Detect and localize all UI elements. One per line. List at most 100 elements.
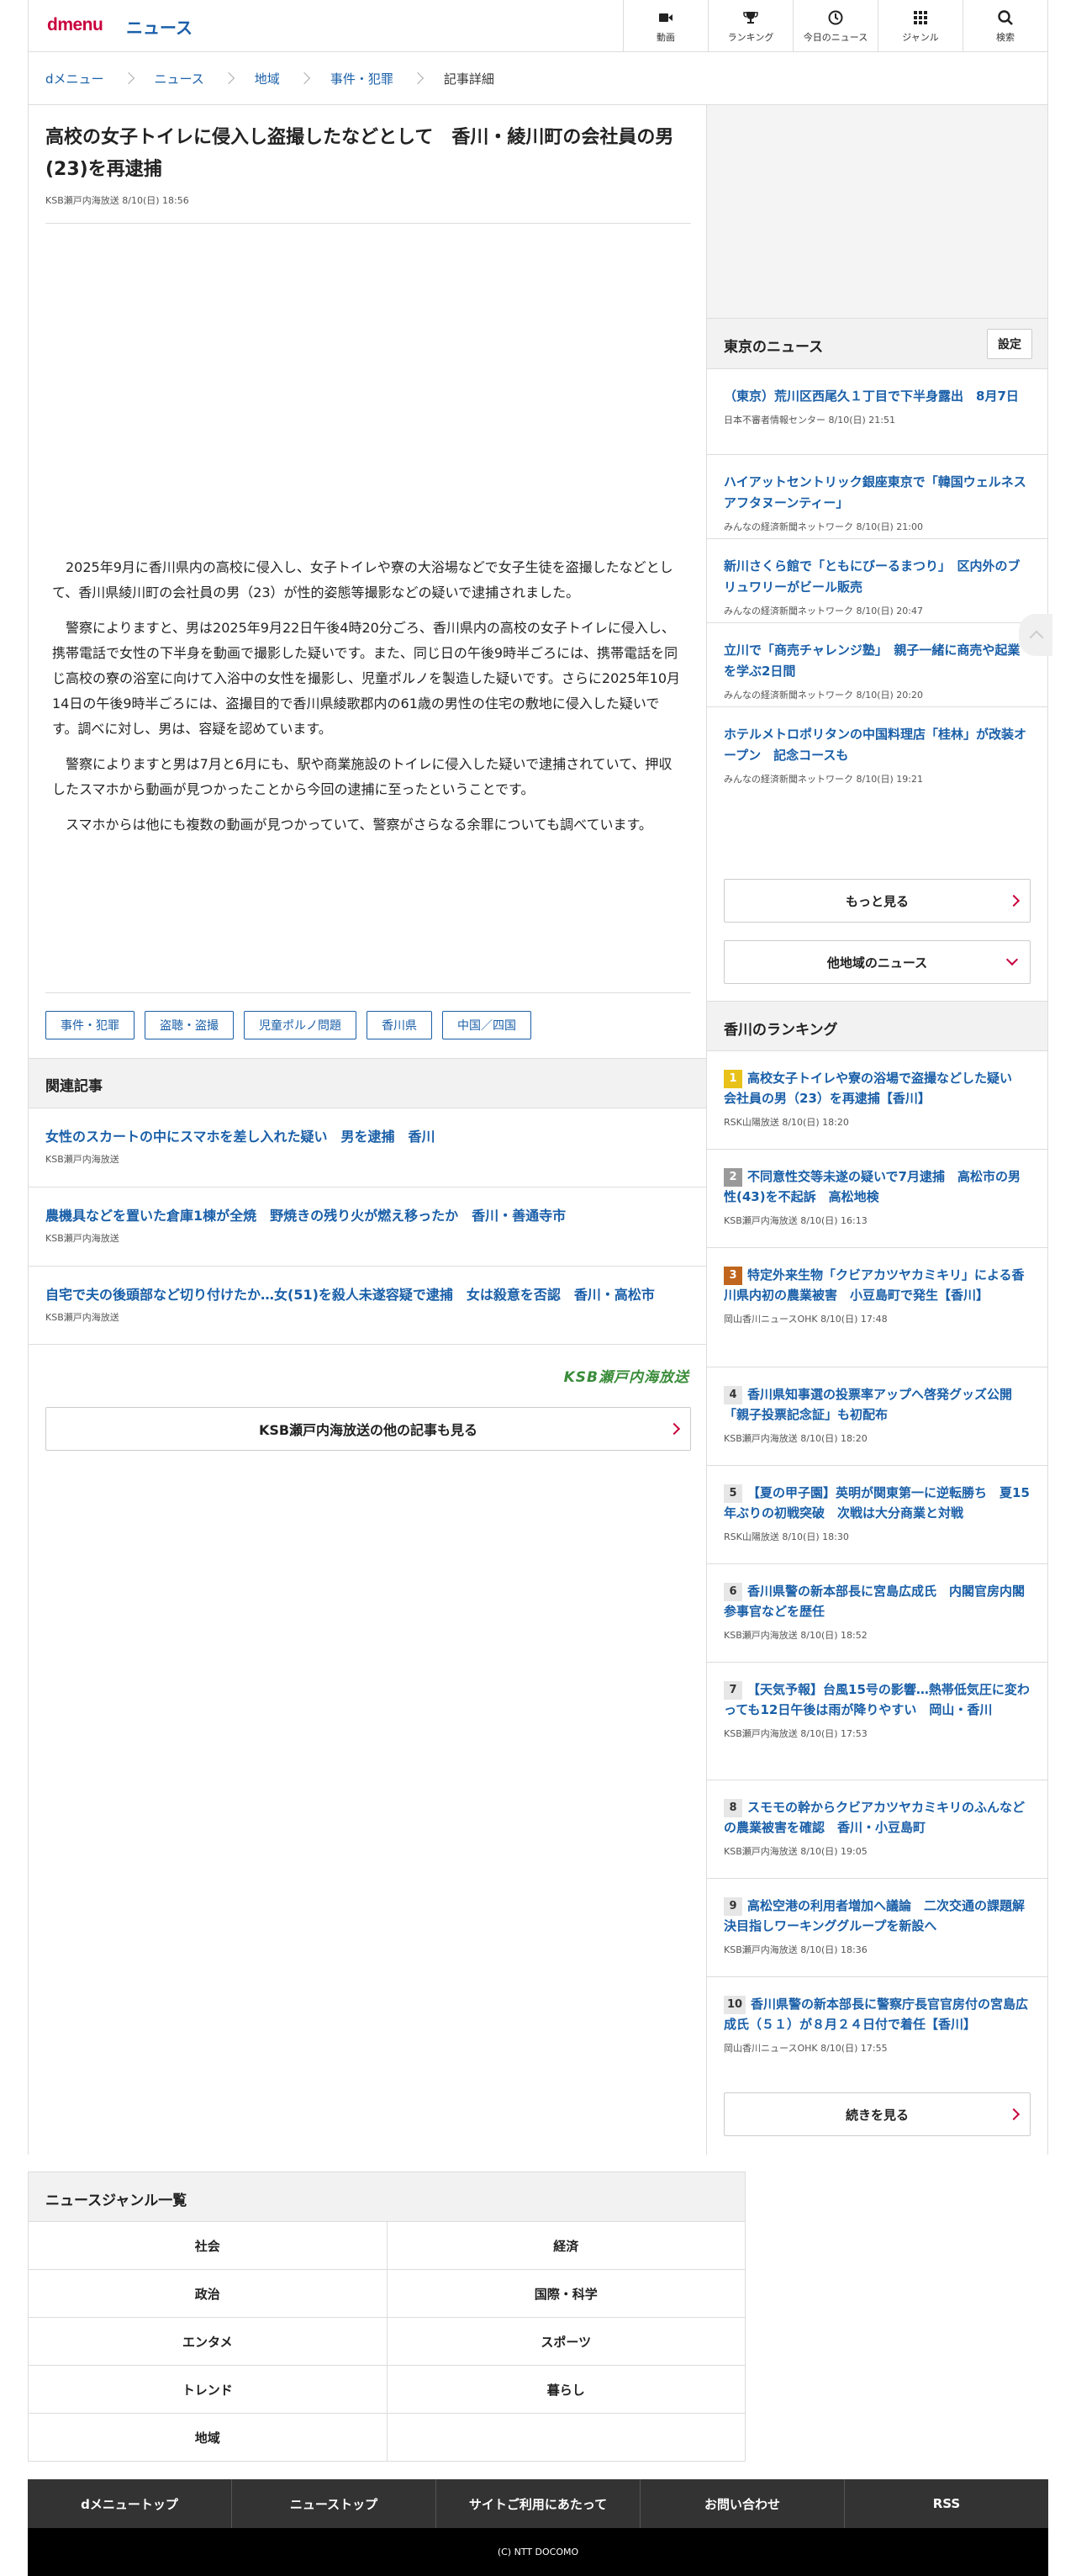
- ranking-item-title[interactable]: スモモの幹からクビアカツヤカミキリのふんなどの農業被害を確認 香川・小豆島町: [724, 1800, 1025, 1835]
- ranking-item[interactable]: 3 特定外来生物「クビアカツヤカミキリ」による香川県内初の農業被害 小豆島町で発生…: [707, 1248, 1047, 1367]
- ranking-item-source: KSB瀬戸内海放送 8/10(日) 18:36: [724, 1944, 868, 1955]
- ranking-item-title[interactable]: 特定外来生物「クビアカツヤカミキリ」による香川県内初の農業被害 小豆島町で発生【…: [724, 1267, 1025, 1303]
- genre-trend[interactable]: トレンド: [29, 2366, 388, 2414]
- ad-space: [707, 105, 1047, 319]
- genre-sports[interactable]: スポーツ: [387, 2318, 746, 2366]
- ranking-item-title[interactable]: 香川県知事選の投票率アップへ啓発グッズ公開 「親子投票記念証」も初配布: [724, 1387, 1025, 1422]
- breadcrumb-dmenu[interactable]: dメニュー: [45, 70, 104, 87]
- genre-list: ニュースジャンル一覧 社会 経済 政治 国際・科学 エンタメ スポーツ トレンド…: [28, 2171, 746, 2462]
- ranking-item[interactable]: 6 香川県警の新本部長に宮島広成氏 内閣官房内閣参事官などを歴任 KSB瀬戸内海放…: [707, 1564, 1047, 1663]
- tokyo-news-link[interactable]: 立川で「商売チャレンジ塾」 親子一緒に商売や起業を学ぶ2日間: [724, 640, 1031, 682]
- chevron-right-icon: [122, 71, 134, 85]
- nav-today-label: 今日のニュース: [803, 31, 868, 43]
- tokyo-news-link[interactable]: ホテルメトロポリタンの中国料理店「桂林」が改装オープン 記念コースも: [724, 724, 1031, 766]
- related-item-link[interactable]: 自宅で夫の後頭部など切り付けたか…女(51)を殺人未遂容疑で逮捕 女は殺意を否認…: [45, 1285, 689, 1305]
- provider-more-button[interactable]: KSB瀬戸内海放送の他の記事も見る: [45, 1407, 691, 1451]
- breadcrumb-crime[interactable]: 事件・犯罪: [330, 70, 393, 87]
- tokyo-news-source: みんなの経済新聞ネットワーク 8/10(日) 20:47: [724, 606, 923, 616]
- chevron-down-icon: [1005, 953, 1019, 966]
- footer-dmenu-top[interactable]: dメニュートップ: [28, 2479, 231, 2528]
- article-paragraph: 警察によりますと男は7月と6月にも、駅や商業施設のトイレに侵入した疑いで逮捕され…: [52, 756, 672, 797]
- tag-voyeurism[interactable]: 盗聴・盗撮: [145, 1011, 234, 1039]
- video-icon: [659, 13, 672, 22]
- article-title: 高校の女子トイレに侵入し盗撮したなどとして 香川・綾川町の会社員の男(23)を再…: [45, 127, 674, 180]
- ranking-item-source: KSB瀬戸内海放送 8/10(日) 17:53: [724, 1728, 868, 1739]
- nav-today[interactable]: 今日のニュース: [793, 0, 878, 52]
- tokyo-news-link[interactable]: 新川さくら館で「ともにびーるまつり」 区内外のブリュワリーがビール販売: [724, 556, 1031, 598]
- footer-rss[interactable]: RSS: [844, 2479, 1048, 2528]
- ranking-item-title[interactable]: 【夏の甲子園】英明が関東第一に逆転勝ち 夏15年ぶりの初戦突破 次戦は大分商業と…: [724, 1485, 1030, 1521]
- ranking-item[interactable]: 2 不同意性交等未遂の疑いで7月逮捕 高松市の男性(43)を不起訴 高松地検 KS…: [707, 1150, 1047, 1248]
- tokyo-news-source: みんなの経済新聞ネットワーク 8/10(日) 20:20: [724, 690, 923, 701]
- article-paragraph: 警察によりますと、男は2025年9月22日午後4時20分ごろ、香川県内の高校の女…: [52, 620, 680, 737]
- more-news-button[interactable]: もっと見る: [724, 879, 1031, 923]
- ranking-item-title[interactable]: 【天気予報】台風15号の影響…熱帯低気圧に変わっても12日午後は雨が降りやすい …: [724, 1682, 1030, 1717]
- ranking-item[interactable]: 9 高松空港の利用者増加へ議論 二次交通の課題解決目指しワーキンググループを新設へ…: [707, 1879, 1047, 1977]
- ranking-item[interactable]: 8 スモモの幹からクビアカツヤカミキリのふんなどの農業被害を確認 香川・小豆島町 …: [707, 1780, 1047, 1879]
- tag-child-porn[interactable]: 児童ポルノ問題: [244, 1011, 356, 1039]
- tokyo-news-link[interactable]: （東京）荒川区西尾久１丁目で下半身露出 8月7日: [724, 386, 1031, 407]
- ranking-item-title[interactable]: 不同意性交等未遂の疑いで7月逮捕 高松市の男性(43)を不起訴 高松地検: [724, 1169, 1021, 1204]
- ranking-item-title[interactable]: 香川県警の新本部長に警察庁長官官房付の宮島広成氏（５１）が８月２４日付で着任【香…: [724, 1997, 1028, 2032]
- tokyo-news-item: （東京）荒川区西尾久１丁目で下半身露出 8月7日 日本不審者情報センター 8/1…: [707, 369, 1047, 455]
- breadcrumb-region[interactable]: 地域: [255, 70, 280, 87]
- nav-genre[interactable]: ジャンル: [878, 0, 963, 52]
- tag-crime[interactable]: 事件・犯罪: [45, 1011, 134, 1039]
- grid-icon: [914, 10, 927, 24]
- related-item-link[interactable]: 農機具などを置いた倉庫1棟が全焼 野焼きの残り火が燃え移ったか 香川・善通寺市: [45, 1206, 689, 1226]
- rank-number: 10: [724, 1996, 746, 2014]
- chevron-right-icon: [298, 71, 310, 85]
- genre-living[interactable]: 暮らし: [387, 2366, 746, 2414]
- scroll-to-top-button[interactable]: [1019, 614, 1052, 656]
- breadcrumb-news[interactable]: ニュース: [155, 70, 204, 87]
- ranking-item[interactable]: 7 【天気予報】台風15号の影響…熱帯低気圧に変わっても12日午後は雨が降りやすい…: [707, 1663, 1047, 1780]
- tag-kagawa[interactable]: 香川県: [367, 1011, 432, 1039]
- footer-terms[interactable]: サイトご利用にあたって: [435, 2479, 640, 2528]
- genre-politics[interactable]: 政治: [29, 2270, 388, 2318]
- genre-economy[interactable]: 経済: [387, 2222, 746, 2270]
- nav-video[interactable]: 動画: [623, 0, 708, 52]
- other-region-dropdown[interactable]: 他地域のニュース: [724, 940, 1031, 984]
- ranking-item-source: KSB瀬戸内海放送 8/10(日) 18:20: [724, 1433, 868, 1444]
- nav-search[interactable]: 検索: [963, 0, 1047, 52]
- genre-region[interactable]: 地域: [29, 2414, 388, 2462]
- genre-society[interactable]: 社会: [29, 2222, 388, 2270]
- tokyo-news-item: 新川さくら館で「ともにびーるまつり」 区内外のブリュワリーがビール販売 みんなの…: [707, 539, 1047, 623]
- settings-button[interactable]: 設定: [987, 329, 1032, 359]
- rank-number: 4: [724, 1386, 742, 1404]
- tag-chugoku-shikoku[interactable]: 中国／四国: [442, 1011, 531, 1039]
- tokyo-news-item: 立川で「商売チャレンジ塾」 親子一緒に商売や起業を学ぶ2日間 みんなの経済新聞ネ…: [707, 623, 1047, 707]
- ranking-item-source: KSB瀬戸内海放送 8/10(日) 16:13: [724, 1215, 868, 1226]
- tokyo-news-item: ハイアットセントリック銀座東京で「韓国ウェルネス アフタヌーンティー」 みんなの…: [707, 455, 1047, 539]
- related-item-link[interactable]: 女性のスカートの中にスマホを差し入れた疑い 男を逮捕 香川: [45, 1127, 689, 1147]
- news-service-title[interactable]: ニュース: [126, 14, 193, 39]
- genre-empty-cell: [387, 2414, 746, 2462]
- genre-entertainment[interactable]: エンタメ: [29, 2318, 388, 2366]
- nav-video-label: 動画: [657, 31, 675, 43]
- ranking-item[interactable]: 4 香川県知事選の投票率アップへ啓発グッズ公開 「親子投票記念証」も初配布 KSB…: [707, 1367, 1047, 1466]
- ranking-item-title[interactable]: 高松空港の利用者増加へ議論 二次交通の課題解決目指しワーキンググループを新設へ: [724, 1898, 1025, 1933]
- trophy-icon: [743, 11, 758, 24]
- ranking-more-button[interactable]: 続きを見る: [724, 2092, 1031, 2136]
- article-paragraph: スマホからは他にも複数の動画が見つかっていて、警察がさらなる余罪についても調べて…: [66, 817, 652, 833]
- ranking-item-title[interactable]: 高校女子トイレや寮の浴場で盗撮などした疑い 会社員の男（23）を再逮捕【香川】: [724, 1071, 1025, 1106]
- related-item: 女性のスカートの中にスマホを差し入れた疑い 男を逮捕 香川 KSB瀬戸内海放送: [29, 1108, 706, 1187]
- tokyo-news-link[interactable]: ハイアットセントリック銀座東京で「韓国ウェルネス アフタヌーンティー」: [724, 472, 1031, 514]
- rank-number: 9: [724, 1897, 742, 1916]
- site-header: dmenu ニュース 動画 ランキング 今日のニュース ジャンル 検索: [28, 0, 1048, 52]
- clock-icon: [828, 10, 843, 24]
- dmenu-logo[interactable]: dmenu: [47, 15, 103, 35]
- footer-contact[interactable]: お問い合わせ: [640, 2479, 844, 2528]
- more-news-label: もっと見る: [845, 893, 909, 909]
- nav-ranking[interactable]: ランキング: [708, 0, 793, 52]
- ranking-item[interactable]: 5 【夏の甲子園】英明が関東第一に逆転勝ち 夏15年ぶりの初戦突破 次戦は大分商業…: [707, 1466, 1047, 1564]
- ranking-item[interactable]: 1 高校女子トイレや寮の浴場で盗撮などした疑い 会社員の男（23）を再逮捕【香川】…: [707, 1051, 1047, 1150]
- footer-news-top[interactable]: ニューストップ: [231, 2479, 435, 2528]
- genre-international-science[interactable]: 国際・科学: [387, 2270, 746, 2318]
- chevron-right-icon: [222, 71, 235, 85]
- related-item: 自宅で夫の後頭部など切り付けたか…女(51)を殺人未遂容疑で逮捕 女は殺意を否認…: [29, 1267, 706, 1345]
- ranking-item-title[interactable]: 香川県警の新本部長に宮島広成氏 内閣官房内閣参事官などを歴任: [724, 1584, 1025, 1619]
- related-item-source: KSB瀬戸内海放送: [45, 1312, 119, 1323]
- ranking-item[interactable]: 10 香川県警の新本部長に警察庁長官官房付の宮島広成氏（５１）が８月２４日付で着任…: [707, 1977, 1047, 2076]
- breadcrumb-current: 記事詳細: [443, 71, 494, 87]
